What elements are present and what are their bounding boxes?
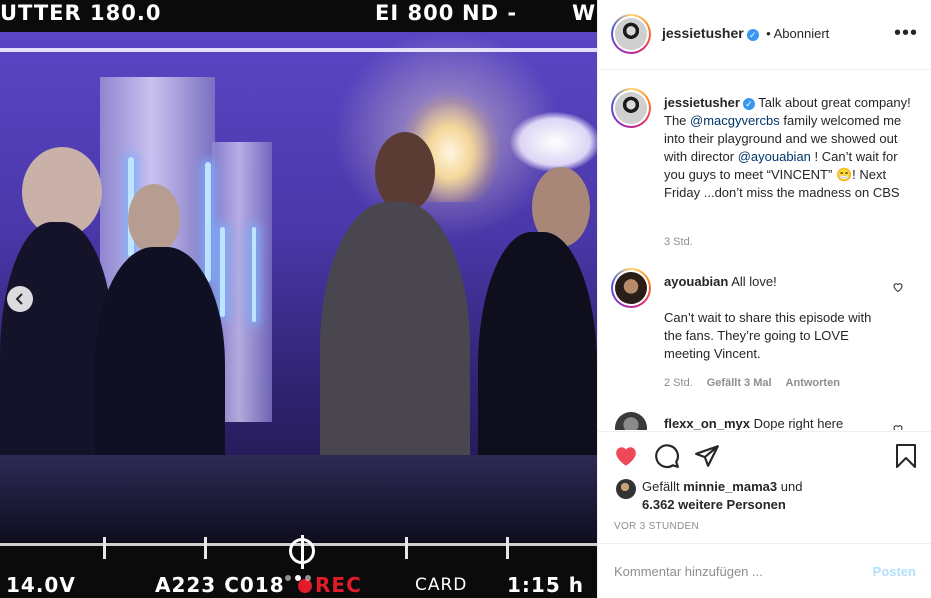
neon-light (220, 227, 225, 317)
hud-shutter: UTTER 180.0 (0, 1, 162, 25)
hud-tick (506, 537, 509, 559)
hud-tick (204, 537, 207, 559)
carousel-dot-active (295, 575, 301, 581)
hud-frame-line (0, 48, 597, 52)
caption-time[interactable]: 3 Std. (664, 236, 693, 248)
neon-light (252, 227, 256, 322)
comment-input[interactable]: Kommentar hinzufügen ... (614, 564, 763, 579)
comment-1: ayouabian All love! Can’t wait to share … (664, 273, 889, 363)
likes-prefix: Gefällt (642, 479, 684, 494)
hud-level-knob (289, 535, 315, 569)
comment-time[interactable]: 2 Std. (664, 377, 693, 389)
caption: jessietusher ✓ Talk about great company! … (664, 94, 914, 202)
hud-nd: ND - (462, 1, 518, 25)
hud-voltage: 14.0V (6, 573, 76, 597)
comment-text-body: Can’t wait to share this episode with th… (664, 310, 872, 361)
action-bar (598, 431, 931, 432)
likes-mid: und (777, 479, 803, 494)
post-timestamp[interactable]: VOR 3 STUNDEN (614, 521, 699, 532)
comment-avatar[interactable] (615, 412, 647, 430)
caption-username[interactable]: jessietusher (664, 95, 740, 110)
comment-like-heart-icon[interactable] (892, 281, 904, 293)
hud-clip: A223 C018 (155, 573, 285, 597)
hud-rec-label: REC (315, 573, 362, 597)
neon-light (205, 162, 211, 282)
hud-tick (405, 537, 408, 559)
lamp-light (510, 112, 597, 172)
comment-username[interactable]: flexx_on_myx (664, 416, 750, 430)
post-sidebar: jessietusher ✓ • Abonniert ••• jessietush… (597, 0, 931, 598)
chevron-left-icon (15, 293, 23, 305)
more-options-icon[interactable]: ••• (894, 22, 918, 45)
rec-dot-icon (298, 579, 312, 593)
author-avatar[interactable] (611, 14, 651, 54)
caption-mention-macgyvercbs[interactable]: @macgyvercbs (690, 113, 780, 128)
caption-mention-ayouabian[interactable]: @ayouabian (738, 149, 811, 164)
verified-badge-icon: ✓ (746, 29, 759, 41)
hud-ei: EI 800 (375, 1, 455, 25)
comment-like-heart-icon[interactable] (892, 423, 904, 430)
caption-avatar[interactable] (611, 88, 651, 128)
author-username[interactable]: jessietusher (662, 25, 744, 41)
header-name-row: jessietusher ✓ • Abonniert (662, 25, 829, 43)
post-header: jessietusher ✓ • Abonniert ••• (598, 0, 931, 70)
follow-status[interactable]: • Abonniert (766, 26, 829, 41)
carousel-dots (285, 575, 311, 581)
carousel-dot (285, 575, 291, 581)
like-heart-icon[interactable] (613, 443, 639, 469)
comment-meta: 2 Std. Gefällt 3 Mal Antworten (664, 377, 840, 389)
likes-summary: Gefällt minnie_mama3 und 6.362 weitere P… (616, 478, 916, 514)
hud-tick (103, 537, 106, 559)
person-head (128, 184, 180, 254)
comment-bubble-icon[interactable] (654, 443, 680, 469)
post-photo[interactable]: UTTER 180.0 EI 800 ND - WB 14.0V A223 C0… (0, 0, 597, 598)
comment-username[interactable]: ayouabian (664, 274, 728, 289)
liker-username[interactable]: minnie_mama3 (683, 479, 777, 494)
carousel-dot (305, 575, 311, 581)
comment-text-first: All love! (731, 274, 777, 289)
hud-wb: WB (572, 1, 597, 25)
bar-counter (0, 455, 597, 545)
likes-others[interactable]: 6.362 weitere Personen (642, 497, 786, 512)
comment-2: flexx_on_myx Dope right here (664, 415, 889, 430)
comment-avatar[interactable] (611, 268, 651, 308)
hud-remaining: 1:15 h (507, 573, 584, 597)
verified-badge-icon: ✓ (742, 98, 755, 110)
comment-text-first: Dope right here (753, 416, 844, 430)
share-paper-plane-icon[interactable] (694, 443, 720, 469)
add-comment-bar: Kommentar hinzufügen ... Posten (598, 543, 931, 598)
camera-hud-top: UTTER 180.0 EI 800 ND - WB (0, 0, 597, 32)
carousel-prev-button[interactable] (7, 286, 33, 312)
person-head (375, 132, 435, 212)
bookmark-icon[interactable] (894, 443, 918, 469)
comment-likes[interactable]: Gefällt 3 Mal (707, 377, 772, 389)
comments-list[interactable]: jessietusher ✓ Talk about great company! … (598, 70, 931, 430)
liker-avatar[interactable] (616, 479, 636, 499)
comment-reply-button[interactable]: Antworten (786, 377, 840, 389)
post-comment-button[interactable]: Posten (873, 564, 916, 579)
hud-media: CARD (415, 575, 468, 595)
